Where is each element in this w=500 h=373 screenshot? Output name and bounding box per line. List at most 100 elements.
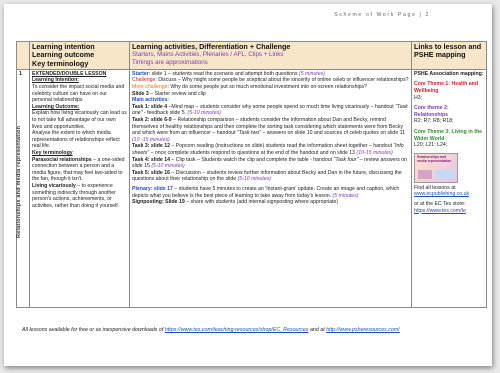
task4-text: – Clip task – Students watch the clip an… [169,156,334,163]
task1-line: Task 1: slide 4 –Mind map – students con… [132,104,409,117]
task2-line: Task 2: slide 6-9 – Relationship compari… [132,117,409,143]
table-header-row: Learning intention Learning outcome Key … [16,41,487,70]
core1-block: Core Theme 1: Health and Wellbeing H3; [414,81,484,101]
core2-label: Core theme 2: Relationships [414,105,449,118]
plenary-text: – students have 5 minutes to create an '… [132,185,400,199]
row-number: 1 [19,70,23,77]
more-challenge-line: More challenge: Why do some people put s… [132,84,409,91]
tes-store-link[interactable]: https://www.tes.com/te [414,208,484,215]
plenary-time: (5 minutes) [332,192,359,199]
pshe-heading: PSHE Association mapping: [414,70,484,77]
more-challenge-text: : Why do some people put so much emotion… [167,84,368,91]
lesson-row: 1 Relationships and media representation… [16,68,487,308]
document-page: Scheme of Work Page | 2 Learning intenti… [4,4,492,366]
subheading-timings: Timings are approximations [132,58,208,66]
page-header: Scheme of Work Page | 2 [334,12,430,18]
more-challenge-label: More challenge [132,84,168,91]
task1-time: (5-10 minutes) [187,110,221,117]
plenary-label: Plenary: slide 17 [132,185,173,192]
footer-pshe-link[interactable]: http://www.psheresources.com/ [326,327,400,333]
slide3-text: – Starter review and clip [148,90,206,97]
tes-store-text: or at the EC Tes store: [414,200,466,207]
starter-time: (5 minutes) [298,70,325,77]
term-vicarious-name: Living vicariously [32,182,76,189]
slide3-label: Slide 3 [132,90,149,97]
footer-note: All lessons available for free or as ine… [22,327,400,333]
heading-learning-activities: Learning activities, Differentiation + C… [132,42,291,51]
signposting-text: – share with students (add internal sign… [184,199,339,206]
task2-time: (10 -15 minutes) [132,136,170,143]
task2-handout: "Task two" [236,130,261,137]
header-blank-cell [16,41,30,70]
task3-label: Task 3: slide 12 [132,143,170,150]
subheading-activity-types: Starters, Mains Activities, Plenaries / … [132,51,284,59]
main-activities-line: Main activities: [132,97,409,104]
learning-intention-cell: EXTENDED/DOUBLE LESSON Learning Intentio… [29,68,130,308]
starter-label: Starter [132,70,149,77]
core3-label: Core Theme 3: Living in the Wider World [414,129,483,142]
challenge-text: : Discuss – Why might some people be sce… [155,77,409,84]
header-learning-activities: Learning activities, Differentiation + C… [129,41,412,70]
plenary-line: Plenary: slide 17 – students have 5 minu… [132,186,409,199]
task5-label: Task 5: slide 16 [132,169,170,176]
outcome-text: Explain how living vicariously can lead … [32,110,127,130]
keyterm-heading: Key terminology [32,149,73,156]
signposting-line: Signposting: Slide 19 – share with stude… [132,199,409,206]
task2-label: Task 2: slide 6-9 [132,117,172,123]
core3-block: Core Theme 3: Living in the Wider World L… [414,129,484,149]
links-cell: PSHE Association mapping: Core Theme 1: … [411,68,487,308]
heading-links-2: PSHE mapping [414,50,466,60]
thumbnail-title: Relationships and media representation [417,154,452,163]
lesson-thumbnail: Relationships and media representation [414,152,458,183]
header-links: Links to lesson and PSHE mapping [411,41,487,70]
task1-label: Task 1: slide 4 [132,103,168,110]
task3-text-2: – once complete students respond to ques… [149,149,357,156]
core2-codes: R2; R7; R8; R18; [414,118,454,125]
challenge-line: Challenge: Discuss – Why might some peop… [132,77,409,84]
header-learning-intention: Learning intention Learning outcome Key … [29,41,130,70]
task5-line: Task 5: slide 16 – Discussion – students… [132,170,409,183]
task3-text: – Popcorn reading (instructions on slide… [169,143,394,150]
task3-time: (10-15 minutes) [356,149,393,156]
intention-text: To consider the impact social media and … [32,84,125,104]
thumbnail-image-block [418,169,432,179]
task2-text-2: – answers on slide 10 and sources of cel… [260,130,406,137]
term-parasocial-name: Parasocial relationships [32,156,92,163]
task1-text: –Mind map – students consider why some p… [167,103,396,110]
slide3-line: Slide 3 – Starter review and clip [132,91,409,98]
intention-heading: Learning Intention: [32,77,79,84]
task5-time: (5-10 minutes) [237,176,272,183]
signposting-label: Signposting: Slide 19 [132,199,185,206]
footer-and: and at [308,327,327,333]
find-lessons-text: Find all lessons at [414,184,456,191]
main-activities-label: Main activities [132,97,168,104]
term-vicarious: Living vicariously – to experience somet… [32,183,127,209]
task4-label: Task 4: slide 14 [132,156,170,163]
side-label: Relationships and media representation [16,125,22,238]
starter-line: Starter: slide 1 – students read the sce… [132,71,409,78]
heading-key-terminology: Key terminology [32,58,89,68]
lesson-type: EXTENDED/DOUBLE LESSON [32,70,107,77]
core3-codes: L20; L21; L24; [414,142,448,149]
ecpublishing-link[interactable]: www.ecpublishing.co.uk [414,191,484,198]
outcome-text-2: Analyse the extent to which media repres… [32,130,120,150]
task4-handout: "Task four" [333,156,359,163]
footer-tes-link[interactable]: https://www.tes.com/teaching-resources/s… [165,327,309,333]
activities-cell: Starter: slide 1 – students read the sce… [129,68,412,308]
core1-codes: H3; [414,94,423,101]
row-number-cell: 1 Relationships and media representation [16,68,30,308]
task1-text-2: - feedback slide 5. [142,110,188,117]
scheme-of-work-table: Learning intention Learning outcome Key … [16,41,487,308]
thumbnail-image-block-2 [435,169,455,179]
term-parasocial: Parasocial relationships – a one-sided c… [32,157,127,183]
core1-label: Core Theme 1: Health and Wellbeing [414,81,478,95]
task4-time: (5-10 minutes) [151,163,185,170]
task4-line: Task 4: slide 14 – Clip task – Students … [132,157,409,170]
task3-line: Task 3: slide 12 – Popcorn reading (inst… [132,143,409,156]
main-activities-colon: : [167,97,169,104]
core2-block: Core theme 2: Relationships R2; R7; R8; R… [414,105,484,125]
footer-text: All lessons available for free or as ine… [22,327,165,333]
challenge-label: Challenge [132,77,156,84]
starter-text: : slide 1 – students read the scenario a… [148,70,299,77]
outcome-heading: Learning Outcome: [32,103,80,110]
